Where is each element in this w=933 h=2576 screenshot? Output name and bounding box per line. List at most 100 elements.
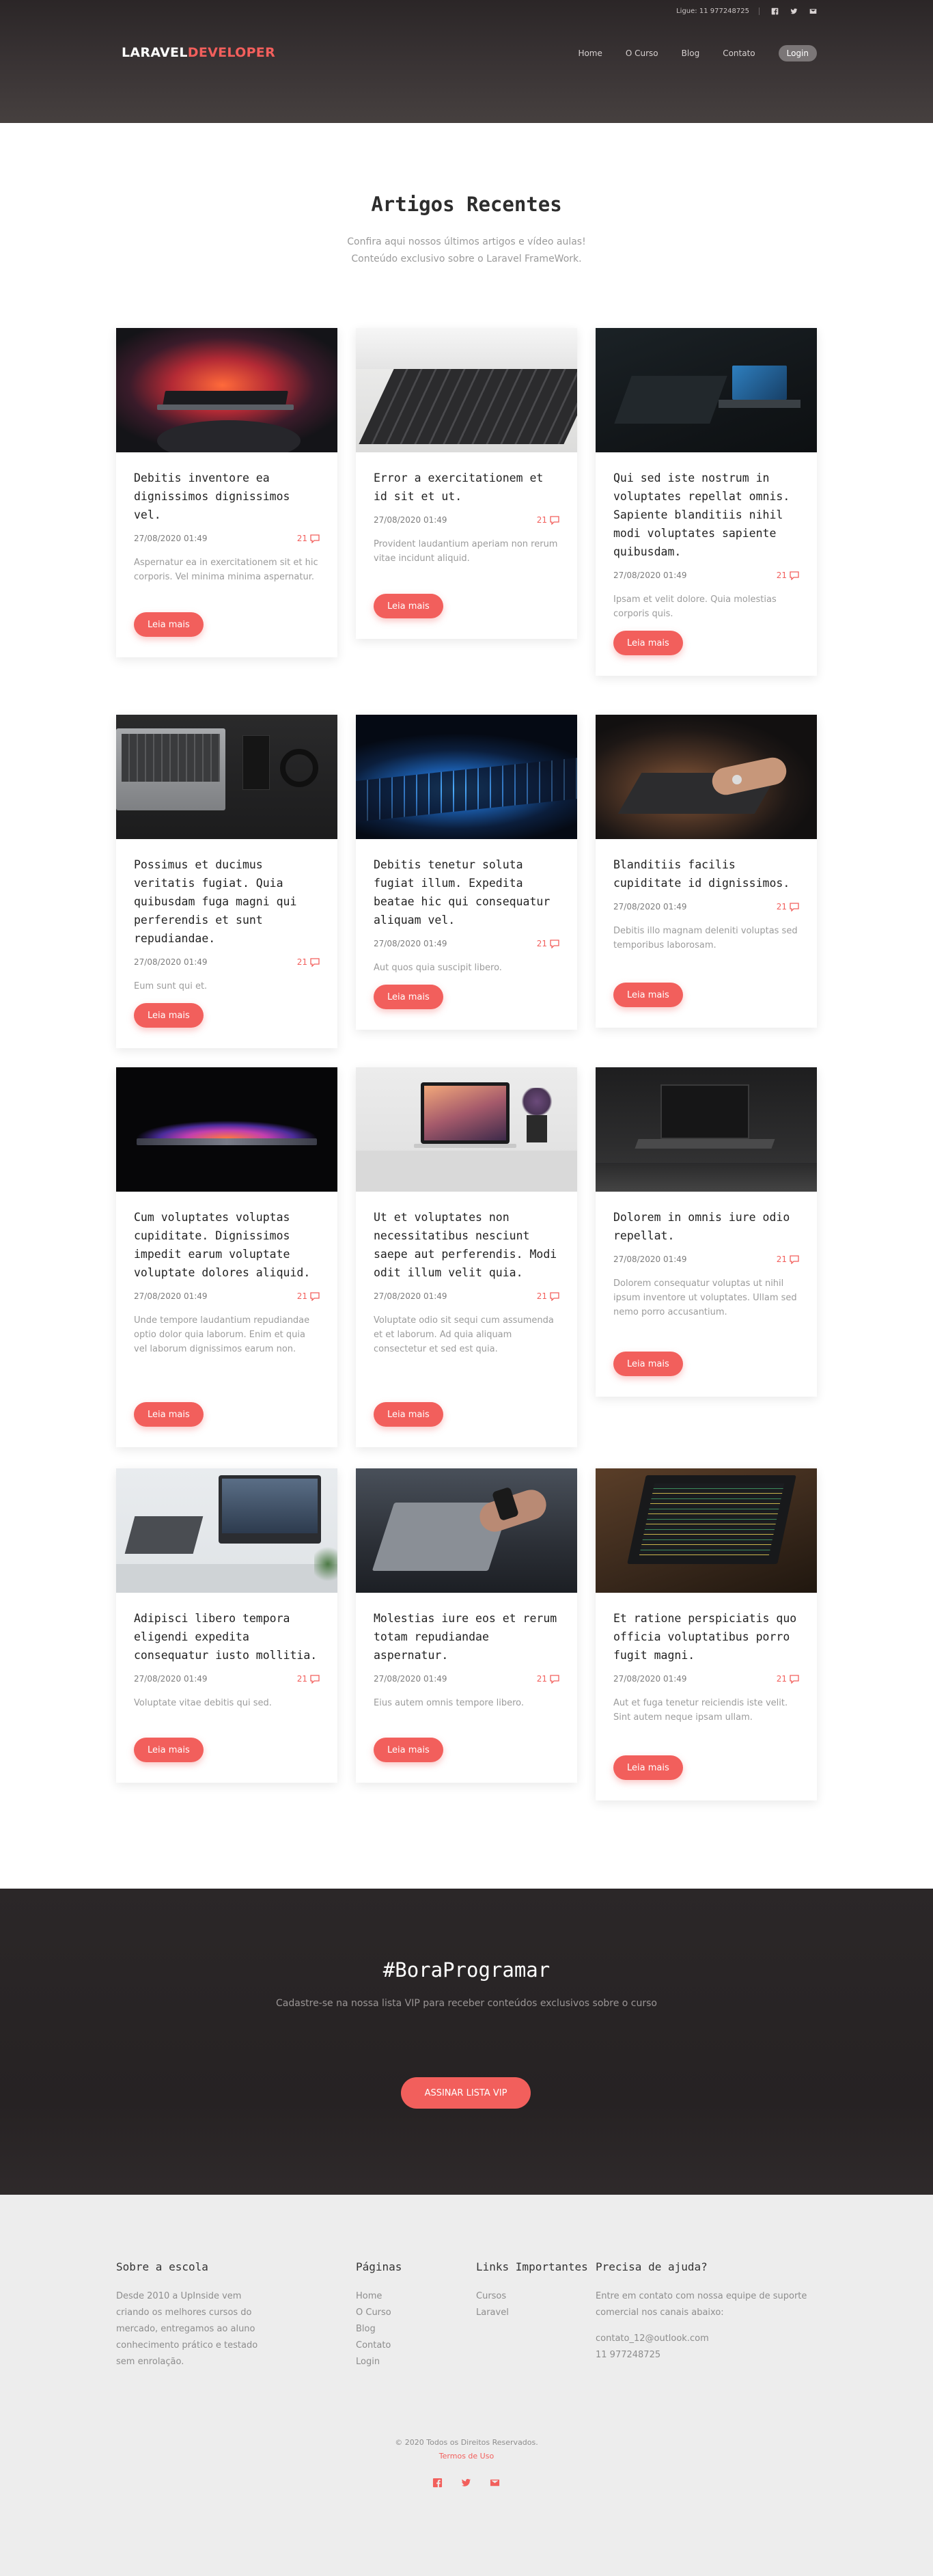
comment-count[interactable]: 21 bbox=[537, 939, 559, 948]
comment-count[interactable]: 21 bbox=[777, 571, 799, 580]
article-card[interactable]: Debitis tenetur soluta fugiat illum. Exp… bbox=[356, 715, 577, 1030]
comment-count[interactable]: 21 bbox=[297, 534, 320, 543]
email-icon[interactable] bbox=[809, 7, 817, 15]
article-title[interactable]: Error a exercitationem et id sit et ut. bbox=[374, 469, 559, 506]
article-card[interactable]: Dolorem in omnis iure odio repellat. 27/… bbox=[596, 1067, 817, 1397]
subscribe-vip-button[interactable]: ASSINAR LISTA VIP bbox=[401, 2077, 531, 2109]
footer-link-o-curso[interactable]: O Curso bbox=[356, 2305, 458, 2321]
article-excerpt: Eum sunt qui et. bbox=[134, 981, 208, 991]
footer-link-login[interactable]: Login bbox=[356, 2354, 458, 2370]
read-more-button[interactable]: Leia mais bbox=[613, 983, 683, 1007]
article-image[interactable] bbox=[116, 715, 337, 839]
comment-count[interactable]: 21 bbox=[777, 1674, 799, 1684]
comment-count-value: 21 bbox=[536, 939, 547, 948]
footer-link-home[interactable]: Home bbox=[356, 2288, 458, 2305]
article-title[interactable]: Dolorem in omnis iure odio repellat. bbox=[613, 1208, 799, 1245]
comment-count[interactable]: 21 bbox=[537, 515, 559, 525]
article-title[interactable]: Adipisci libero tempora eligendi expedit… bbox=[134, 1609, 320, 1664]
read-more-button[interactable]: Leia mais bbox=[134, 1402, 204, 1427]
article-card[interactable]: Molestias iure eos et rerum totam repudi… bbox=[356, 1468, 577, 1783]
read-more-button[interactable]: Leia mais bbox=[134, 1003, 204, 1028]
footer-about-line: sem enrolação. bbox=[116, 2357, 184, 2367]
article-title[interactable]: Possimus et ducimus veritatis fugiat. Qu… bbox=[134, 855, 320, 948]
article-title[interactable]: Molestias iure eos et rerum totam repudi… bbox=[374, 1609, 559, 1664]
comment-icon bbox=[790, 1674, 799, 1684]
read-more-button[interactable]: Leia mais bbox=[134, 612, 204, 637]
article-image[interactable] bbox=[596, 1067, 817, 1192]
article-title[interactable]: Blanditiis facilis cupiditate id digniss… bbox=[613, 855, 799, 892]
comment-count[interactable]: 21 bbox=[777, 902, 799, 912]
comment-count[interactable]: 21 bbox=[537, 1291, 559, 1301]
footer-social bbox=[0, 2478, 933, 2489]
comment-count[interactable]: 21 bbox=[297, 957, 320, 967]
twitter-icon[interactable] bbox=[461, 2478, 472, 2489]
article-card[interactable]: Adipisci libero tempora eligendi expedit… bbox=[116, 1468, 337, 1783]
article-card[interactable]: Et ratione perspiciatis quo officia volu… bbox=[596, 1468, 817, 1800]
read-more-button[interactable]: Leia mais bbox=[613, 631, 683, 655]
read-more-button[interactable]: Leia mais bbox=[374, 1738, 443, 1762]
comment-count-value: 21 bbox=[776, 1255, 787, 1264]
article-title[interactable]: Et ratione perspiciatis quo officia volu… bbox=[613, 1609, 799, 1664]
nav-o-curso[interactable]: O Curso bbox=[626, 49, 658, 58]
footer-help: Precisa de ajuda? Entre em contato com n… bbox=[596, 2260, 821, 2363]
footer-about-line: mercado, entregamos ao aluno bbox=[116, 2324, 255, 2334]
twitter-icon[interactable] bbox=[790, 7, 798, 15]
article-card[interactable]: Cum voluptates voluptas cupiditate. Dign… bbox=[116, 1067, 337, 1447]
comment-count[interactable]: 21 bbox=[537, 1674, 559, 1684]
article-image[interactable] bbox=[116, 1468, 337, 1593]
article-title[interactable]: Qui sed iste nostrum in voluptates repel… bbox=[613, 469, 799, 561]
site-logo[interactable]: LARAVELDEVELOPER bbox=[122, 45, 275, 60]
footer-link-cursos[interactable]: Cursos bbox=[476, 2288, 592, 2305]
article-excerpt: Ipsam et velit dolore. Quia molestias co… bbox=[613, 594, 777, 619]
article-image[interactable] bbox=[596, 715, 817, 839]
article-card[interactable]: Possimus et ducimus veritatis fugiat. Qu… bbox=[116, 715, 337, 1048]
article-image[interactable] bbox=[356, 1067, 577, 1192]
comment-count[interactable]: 21 bbox=[297, 1674, 320, 1684]
read-more-button[interactable]: Leia mais bbox=[374, 985, 443, 1009]
nav-contato[interactable]: Contato bbox=[723, 49, 755, 58]
login-button[interactable]: Login bbox=[778, 45, 817, 61]
footer-about-line: conhecimento prático e testado bbox=[116, 2340, 258, 2351]
comment-icon bbox=[790, 902, 799, 912]
article-card[interactable]: Ut et voluptates non necessitatibus nesc… bbox=[356, 1067, 577, 1447]
article-card[interactable]: Qui sed iste nostrum in voluptates repel… bbox=[596, 328, 817, 676]
article-image[interactable] bbox=[596, 328, 817, 452]
article-image[interactable] bbox=[116, 328, 337, 452]
email-icon[interactable] bbox=[490, 2478, 501, 2489]
article-image[interactable] bbox=[356, 328, 577, 452]
article-date: 27/08/2020 01:49 bbox=[374, 1291, 447, 1301]
article-title[interactable]: Ut et voluptates non necessitatibus nesc… bbox=[374, 1208, 559, 1282]
facebook-icon[interactable] bbox=[432, 2478, 443, 2489]
article-title[interactable]: Cum voluptates voluptas cupiditate. Dign… bbox=[134, 1208, 320, 1282]
read-more-button[interactable]: Leia mais bbox=[613, 1755, 683, 1780]
article-card[interactable]: Blanditiis facilis cupiditate id digniss… bbox=[596, 715, 817, 1028]
comment-count[interactable]: 21 bbox=[297, 1291, 320, 1301]
read-more-button[interactable]: Leia mais bbox=[134, 1738, 204, 1762]
nav-blog[interactable]: Blog bbox=[682, 49, 700, 58]
article-title[interactable]: Debitis inventore ea dignissimos digniss… bbox=[134, 469, 320, 524]
article-image[interactable] bbox=[116, 1067, 337, 1192]
article-title[interactable]: Debitis tenetur soluta fugiat illum. Exp… bbox=[374, 855, 559, 929]
nav-home[interactable]: Home bbox=[578, 49, 602, 58]
article-card[interactable]: Debitis inventore ea dignissimos digniss… bbox=[116, 328, 337, 657]
comment-count[interactable]: 21 bbox=[777, 1255, 799, 1264]
comment-count-value: 21 bbox=[296, 1674, 307, 1684]
article-excerpt: Dolorem consequatur voluptas ut nihil ip… bbox=[613, 1278, 797, 1317]
article-image[interactable] bbox=[356, 1468, 577, 1593]
footer-link-laravel[interactable]: Laravel bbox=[476, 2305, 592, 2321]
footer-link-blog[interactable]: Blog bbox=[356, 2321, 458, 2338]
comment-icon bbox=[550, 515, 559, 525]
article-excerpt: Voluptate odio sit sequi cum assumenda e… bbox=[374, 1315, 554, 1354]
comment-icon bbox=[310, 1674, 320, 1684]
footer-email[interactable]: contato_12@outlook.com bbox=[596, 2331, 821, 2347]
read-more-button[interactable]: Leia mais bbox=[374, 594, 443, 618]
terms-link[interactable]: Termos de Uso bbox=[0, 2452, 933, 2461]
article-card[interactable]: Error a exercitationem et id sit et ut. … bbox=[356, 328, 577, 639]
facebook-icon[interactable] bbox=[770, 7, 779, 15]
footer-link-contato[interactable]: Contato bbox=[356, 2338, 458, 2354]
article-image[interactable] bbox=[356, 715, 577, 839]
read-more-button[interactable]: Leia mais bbox=[613, 1352, 683, 1376]
comment-icon bbox=[310, 534, 320, 543]
read-more-button[interactable]: Leia mais bbox=[374, 1402, 443, 1427]
article-image[interactable] bbox=[596, 1468, 817, 1593]
